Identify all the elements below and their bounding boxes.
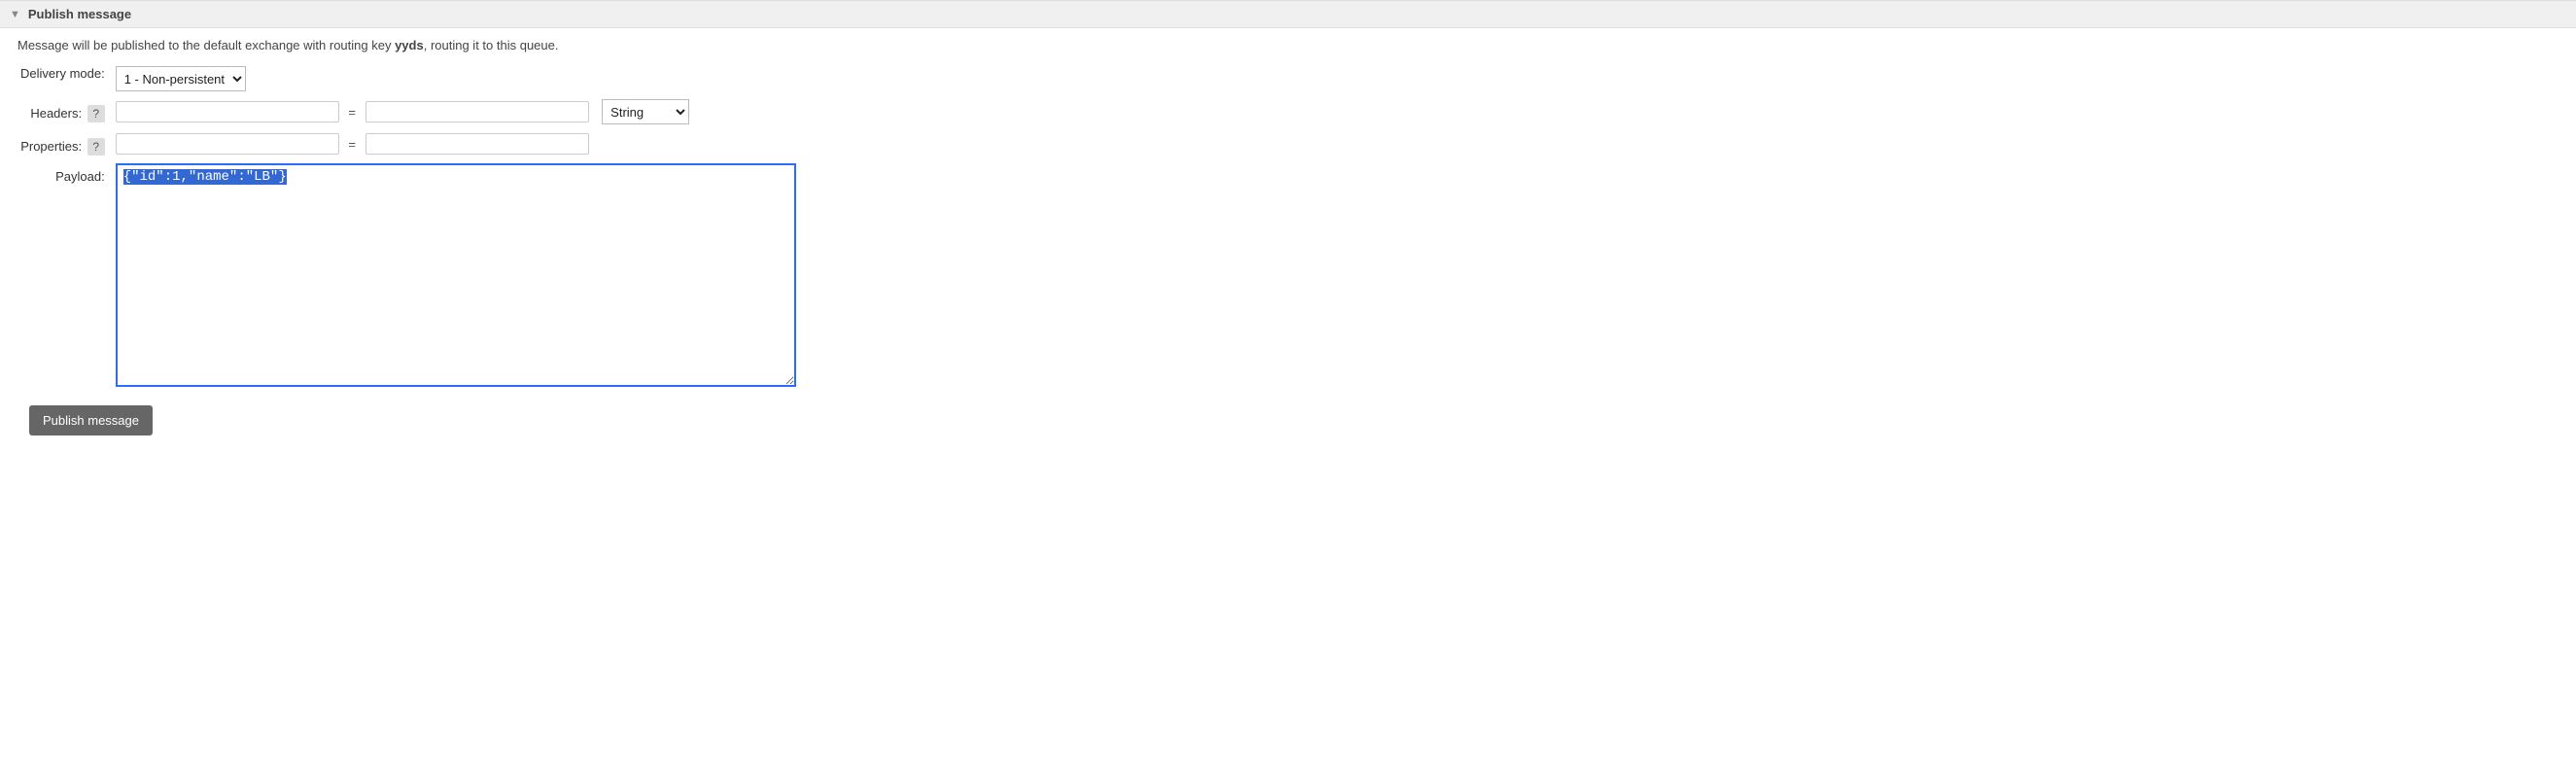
section-body: Message will be published to the default… — [0, 28, 2576, 445]
publish-button[interactable]: Publish message — [29, 405, 153, 435]
property-value-input[interactable] — [366, 133, 589, 155]
properties-label: Properties: — [20, 139, 82, 154]
section-header[interactable]: ▼ Publish message — [0, 0, 2576, 28]
publish-form: Delivery mode: 1 - Non-persistent2 - Per… — [17, 62, 799, 394]
section-title: Publish message — [28, 7, 131, 21]
payload-textarea[interactable] — [116, 163, 796, 387]
publish-hint: Message will be published to the default… — [17, 38, 2559, 52]
properties-help-icon[interactable]: ? — [87, 138, 105, 156]
header-value-input[interactable] — [366, 101, 589, 122]
headers-label: Headers: — [30, 106, 82, 121]
hint-prefix: Message will be published to the default… — [17, 38, 395, 52]
headers-help-icon[interactable]: ? — [87, 105, 105, 122]
delivery-mode-label: Delivery mode: — [20, 66, 105, 81]
header-key-input[interactable] — [116, 101, 339, 122]
payload-label: Payload: — [55, 169, 105, 184]
equals-sign: = — [342, 105, 362, 120]
routing-key: yyds — [395, 38, 424, 52]
equals-sign: = — [342, 137, 362, 152]
header-type-select[interactable]: StringNumberBooleanList — [602, 99, 689, 124]
hint-suffix: , routing it to this queue. — [424, 38, 559, 52]
property-key-input[interactable] — [116, 133, 339, 155]
chevron-down-icon: ▼ — [10, 9, 20, 20]
delivery-mode-select[interactable]: 1 - Non-persistent2 - Persistent — [116, 66, 246, 91]
